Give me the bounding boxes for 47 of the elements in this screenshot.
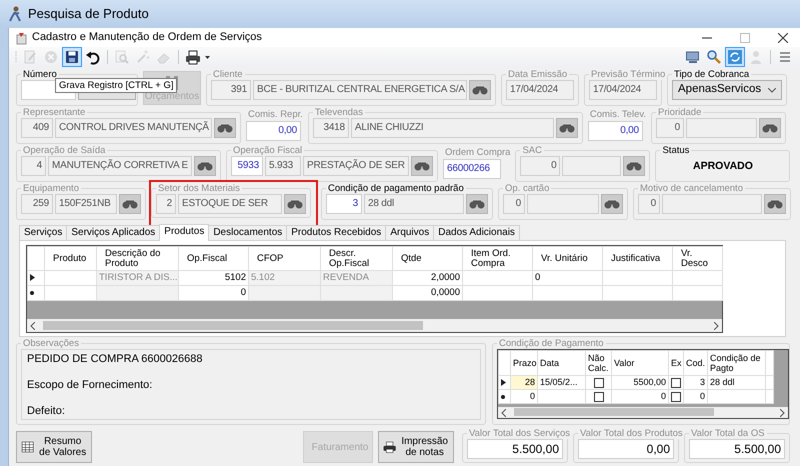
field-label: Comis. Repr. xyxy=(247,109,303,121)
group-label: Operação Fiscal xyxy=(232,145,304,156)
group-label: Previsão Término xyxy=(590,69,666,80)
status-text: APROVADO xyxy=(692,159,754,174)
group-label: Número xyxy=(22,69,58,80)
group-label: Op. cartão xyxy=(504,183,550,194)
group-label: Valor Total dos Serviços xyxy=(468,428,572,439)
group-label: SAC xyxy=(521,145,544,156)
table-cell: 0 xyxy=(532,270,602,286)
group-label: Televendas xyxy=(314,107,364,118)
text-line: Defeito: xyxy=(27,405,66,418)
table-cell: 15/05/2... xyxy=(538,376,586,390)
text-line: PEDIDO DE COMPRA 6600026688 xyxy=(27,353,204,366)
group-label: Equipamento xyxy=(22,183,80,194)
group-label: Representante xyxy=(22,107,86,118)
group-label: Cliente xyxy=(212,69,244,80)
tooltip: Grava Registro [CTRL + G] xyxy=(55,78,178,93)
table-cell: TIRISTOR A DIS... xyxy=(96,270,178,286)
table-cell: 0 xyxy=(684,390,708,404)
group-label: Setor dos Materiais xyxy=(157,183,241,194)
field-label: Comis. Telev. xyxy=(588,109,646,121)
group-label: Valor Total dos Produtos xyxy=(579,428,684,439)
group-label: Valor Total da OS xyxy=(690,428,766,439)
table-cell: 5.102 xyxy=(248,270,320,286)
table-cell: 28 ddl xyxy=(708,376,766,390)
window-title: Pesquisa de Produto xyxy=(28,6,149,22)
window-title: Cadastro e Manutenção de Ordem de Serviços xyxy=(32,30,262,44)
table-cell: 5102 xyxy=(178,270,248,286)
group-label: Tipo de Cobranca xyxy=(673,69,750,80)
group-label: Condição de Pagamento xyxy=(498,338,605,349)
group-label: Status xyxy=(661,145,690,156)
table-cell: 0 xyxy=(510,390,538,404)
table-cell: 0 xyxy=(612,390,668,404)
group-label: Prioridade xyxy=(657,107,702,118)
text-line: Escopo de Fornecimento: xyxy=(27,379,154,392)
table-cell: 0,0000 xyxy=(392,286,462,300)
group-label: Operação de Saída xyxy=(22,145,106,156)
group-label: Motivo de cancelamento xyxy=(639,183,744,194)
table-cell: REVENDA xyxy=(320,270,392,286)
table-cell: 2,0000 xyxy=(392,270,462,286)
table-cell: 0 xyxy=(178,286,248,300)
group-label: Data Emissão xyxy=(507,69,568,80)
table-cell: 3 xyxy=(684,376,708,390)
field-label: Ordem Compra xyxy=(444,147,510,159)
group-label: Condição de pagamento padrão xyxy=(327,183,465,194)
group-label: Observações xyxy=(22,338,80,349)
table-cell: 5500,00 xyxy=(612,376,668,390)
